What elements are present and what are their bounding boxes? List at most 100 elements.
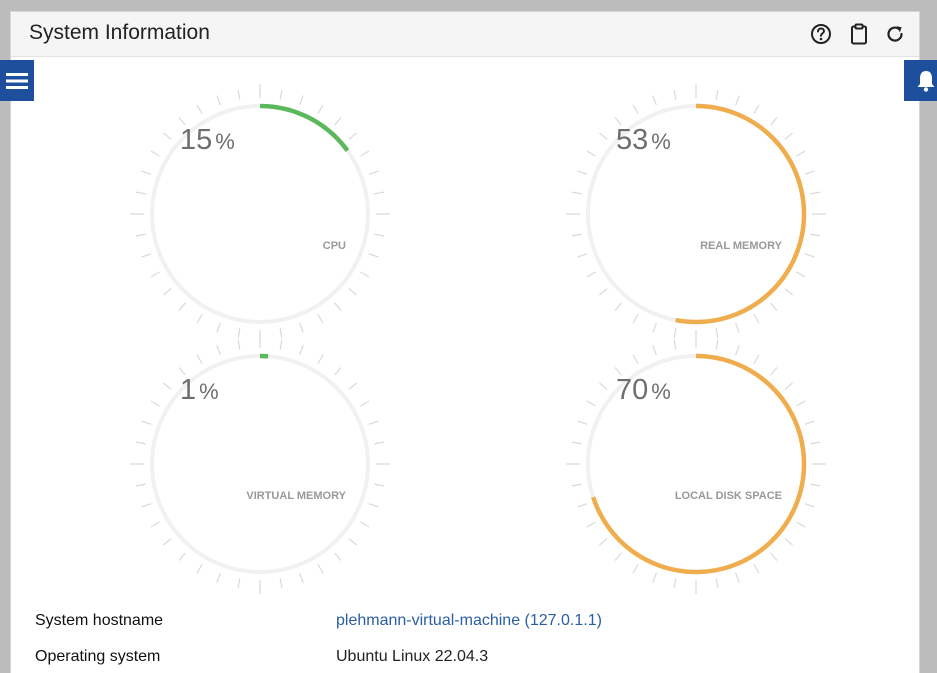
gauge-tick [348, 132, 357, 140]
gauge-tick [216, 322, 221, 333]
refresh-icon[interactable] [883, 22, 907, 46]
system-information-panel: System Information 15% CPU 53 % REAL MEM… [10, 11, 920, 673]
gauge-tick [586, 271, 596, 278]
gauge-tick [784, 288, 793, 296]
gauge-tick [586, 150, 596, 157]
gauge-tick [577, 253, 588, 258]
gauge-tick [141, 170, 152, 175]
gauge-tick [135, 483, 146, 487]
gauge-tick [673, 89, 677, 100]
gauge-real-memory-number: 53 [616, 124, 649, 156]
gauge-tick [163, 538, 172, 546]
gauge-tick [784, 132, 793, 140]
gauge-tick [317, 354, 324, 364]
info-key-hostname: System hostname [35, 612, 164, 629]
gauge-tick [715, 578, 719, 589]
notifications-button[interactable] [904, 60, 937, 101]
gauge-tick [753, 314, 760, 324]
gauge-tick [178, 552, 186, 561]
gauge-tick [599, 382, 608, 390]
gauge-tick [673, 578, 677, 589]
gauge-tick [141, 253, 152, 258]
gauge-tick [735, 345, 740, 356]
gauge-tick [810, 191, 821, 195]
gauge-real-memory-unit: % [651, 129, 671, 154]
gauge-tick [135, 233, 146, 237]
gauge-tick [374, 191, 385, 195]
gauge-tick [348, 538, 357, 546]
gauge-tick [652, 95, 657, 106]
gauge-tick [632, 354, 639, 364]
gauge-tick [150, 400, 160, 407]
gauge-virtual-memory-value: 1% [180, 374, 219, 407]
clipboard-icon[interactable] [847, 22, 871, 46]
gauge-tick [374, 441, 385, 445]
gauge-tick [334, 117, 342, 126]
gauge-local-disk-space-value: 70% [616, 374, 671, 407]
gauge-tick [599, 538, 608, 546]
gauge-tick [360, 271, 370, 278]
info-row-operating-system: Operating system Ubuntu Linux 22.04.3 [35, 648, 895, 670]
panel-title: System Information [29, 21, 210, 44]
gauge-tick [577, 420, 588, 425]
gauge-tick [163, 382, 172, 390]
gauge-tick [135, 191, 146, 195]
gauge-tick [753, 354, 760, 364]
info-key-operating-system: Operating system [35, 648, 161, 665]
gauge-real-memory: 53% REAL MEMORY [566, 84, 826, 344]
gauge-tick [317, 564, 324, 574]
gauge-local-disk-space-label: LOCAL DISK SPACE [674, 490, 782, 502]
gauge-tick [368, 253, 379, 258]
gauge-tick [571, 483, 582, 487]
gauge-tick [804, 503, 815, 508]
gauge-tick [810, 441, 821, 445]
menu-toggle-button[interactable] [0, 60, 34, 101]
gauge-tick [735, 572, 740, 583]
gauge-tick [360, 400, 370, 407]
info-value-operating-system: Ubuntu Linux 22.04.3 [336, 648, 489, 665]
gauge-tick [810, 483, 821, 487]
gauge-tick [334, 367, 342, 376]
gauge-tick [586, 400, 596, 407]
gauge-tick [196, 354, 203, 364]
gauge-tick [237, 89, 241, 100]
gauge-cpu-unit: % [215, 129, 235, 154]
gauge-tick [150, 150, 160, 157]
gauge-tick [368, 420, 379, 425]
gauge-tick [150, 271, 160, 278]
gauge-tick [804, 170, 815, 175]
gauge-tick [753, 104, 760, 114]
gauge-tick [348, 288, 357, 296]
gauge-tick [577, 503, 588, 508]
gauge-tick [150, 521, 160, 528]
gauge-tick [196, 104, 203, 114]
gauge-tick [317, 104, 324, 114]
gauge-tick [810, 233, 821, 237]
gauge-virtual-memory-label: VIRTUAL MEMORY [246, 490, 346, 502]
gauge-tick [299, 322, 304, 333]
gauge-tick [804, 420, 815, 425]
gauge-real-memory-value: 53% [616, 124, 671, 157]
gauge-tick [577, 170, 588, 175]
gauge-tick [163, 132, 172, 140]
gauge-tick [673, 339, 677, 350]
gauge-tick [632, 104, 639, 114]
gauge-real-memory-dial [566, 84, 826, 344]
gauge-virtual-memory: 1% VIRTUAL MEMORY [130, 334, 390, 594]
gauge-tick [753, 564, 760, 574]
gauge-tick [652, 572, 657, 583]
panel-header: System Information [11, 12, 919, 57]
gauge-cpu-dial [130, 84, 390, 344]
gauge-tick [334, 302, 342, 311]
gauge-tick [141, 420, 152, 425]
gauge-tick [735, 322, 740, 333]
gauge-tick [299, 572, 304, 583]
help-icon[interactable] [809, 22, 833, 46]
hostname-link[interactable]: plehmann-virtual-machine (127.0.1.1) [336, 612, 602, 630]
gauge-cpu-label: CPU [322, 240, 346, 252]
gauge-tick [216, 572, 221, 583]
gauge-tick [374, 233, 385, 237]
gauge-tick [334, 552, 342, 561]
gauge-local-disk-space-dial [566, 334, 826, 594]
gauge-tick [196, 564, 203, 574]
